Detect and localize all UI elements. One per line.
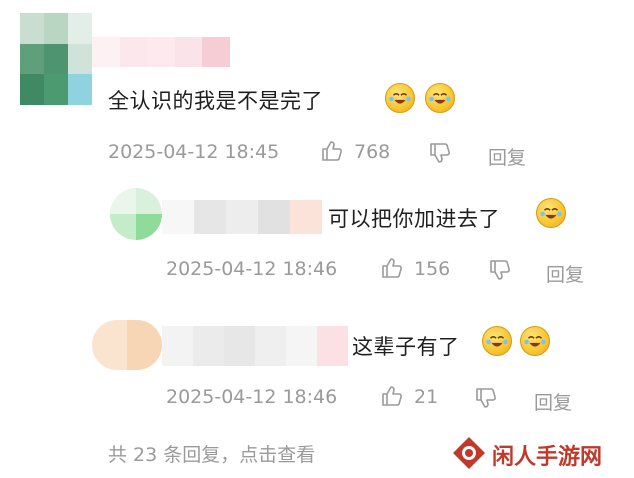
avatar[interactable] (92, 320, 162, 370)
laugh-cry-emoji (385, 83, 415, 113)
laugh-cry-emoji (482, 326, 512, 356)
laugh-cry-emoji (425, 83, 455, 113)
laugh-cry-emoji (520, 326, 550, 356)
avatar[interactable] (110, 188, 162, 240)
thumbs-up-icon[interactable] (380, 384, 404, 408)
view-all-replies-link[interactable]: 共 23 条回复，点击查看 (108, 440, 315, 467)
diamond-logo-icon (452, 436, 486, 470)
thumbs-up-icon[interactable] (320, 139, 344, 163)
like-count: 768 (354, 141, 391, 163)
thumbs-up-icon[interactable] (380, 256, 404, 280)
comment-text: 可以把你加进去了 (328, 207, 500, 231)
thumbs-down-icon[interactable] (428, 141, 452, 165)
comment-text: 全认识的我是不是完了 (108, 89, 323, 113)
reply-button[interactable]: 回复 (488, 143, 526, 170)
thumbs-down-icon[interactable] (488, 258, 512, 282)
reply-button[interactable]: 回复 (534, 388, 572, 415)
comment-time: 2025-04-12 18:45 (108, 141, 280, 163)
reply-button[interactable]: 回复 (546, 260, 584, 287)
username[interactable] (162, 326, 348, 366)
username[interactable] (162, 200, 322, 234)
comment-time: 2025-04-12 18:46 (166, 258, 338, 280)
avatar[interactable] (20, 13, 92, 105)
comment-text: 这辈子有了 (352, 335, 460, 359)
username[interactable] (92, 37, 230, 67)
laugh-cry-emoji (536, 198, 566, 228)
watermark-text: 闲人手游网 (492, 445, 603, 470)
like-count: 156 (414, 258, 451, 280)
like-count: 21 (414, 386, 439, 408)
thumbs-down-icon[interactable] (474, 386, 498, 410)
comment-time: 2025-04-12 18:46 (166, 386, 338, 408)
